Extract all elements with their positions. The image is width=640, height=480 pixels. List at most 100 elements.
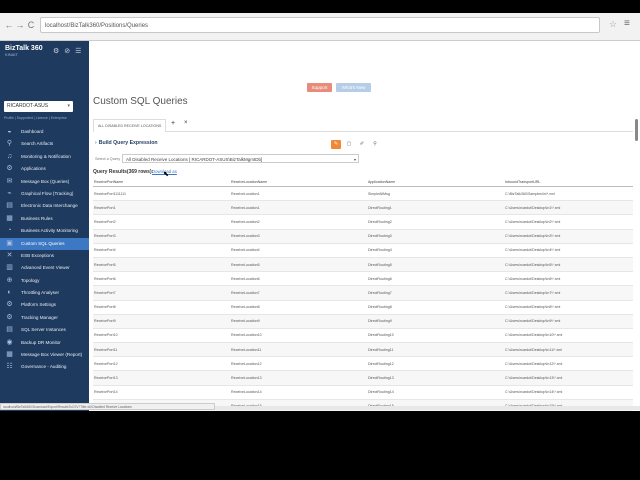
environment-select[interactable]: RICARDOT-ASUS ▾: [4, 101, 73, 112]
query-tabs: ALL DISABLED RECEIVE LOCATIONS + ×: [93, 119, 633, 132]
sidebar-item-custom-sql-queries[interactable]: ▣ Custom SQL Queries: [0, 237, 89, 250]
support-button[interactable]: Support: [307, 83, 332, 92]
table-row[interactable]: ReceivePort12 ReceiveLocation12 DirectRout…: [93, 356, 633, 372]
table-cell: ReceiveLocation6: [230, 271, 367, 287]
table-row[interactable]: ReceivePort7 ReceiveLocation7 DirectRoutin…: [93, 285, 633, 301]
sidebar-item-icon: ▤: [6, 326, 13, 334]
whats-new-button[interactable]: What's New: [336, 83, 371, 92]
sidebar-item-label: ESB Exceptions: [21, 252, 54, 258]
sidebar-item-message-box-viewer-report[interactable]: ▦ Message Box Viewer (Report): [0, 349, 89, 361]
edit-query-button[interactable]: ✎: [331, 140, 341, 149]
sidebar-item-icon: ♫: [6, 152, 13, 160]
sidebar-item-icon: ▤: [6, 202, 13, 210]
sidebar-item-backup-dr-monitor[interactable]: ◉ Backup DR Monitor: [0, 337, 89, 349]
sidebar-item-business-activity-monitoring[interactable]: ◔ Business Activity Monitoring: [0, 225, 89, 237]
bookmark-star-icon[interactable]: ☆: [609, 19, 617, 30]
sidebar-item-governance-auditing[interactable]: ☷ Governance - Auditing: [0, 361, 89, 373]
page-title: Custom SQL Queries: [93, 96, 188, 107]
build-query-heading[interactable]: › Build Query Expression: [95, 140, 158, 146]
table-cell: C:\Users\rcardot\Desktop\In5\*.xml: [504, 257, 633, 273]
table-cell: DirectRouting4: [367, 243, 504, 258]
table-cell: C:\Users\rcardot\Desktop\In14\*.xml: [504, 385, 633, 400]
table-cell: ReceiveLocation4: [230, 243, 367, 258]
forward-icon[interactable]: →: [15, 19, 25, 31]
reload-icon[interactable]: C: [26, 19, 36, 31]
sidebar-item-message-box-queries[interactable]: ✉ Message Box (Queries): [0, 176, 89, 188]
table-row[interactable]: ReceivePort5 ReceiveLocation5 DirectRoutin…: [93, 257, 633, 273]
close-tab-icon[interactable]: ×: [184, 120, 188, 126]
table-cell: C:\Users\rcardot\Desktop\In12\*.xml: [504, 356, 633, 372]
table-cell: ReceivePort13: [93, 370, 230, 386]
table-row[interactable]: ReceivePort4 ReceiveLocation4 DirectRoutin…: [93, 243, 633, 258]
sidebar-item-icon: ⌁: [7, 189, 12, 197]
browser-toolbar: ← → C localhost/BizTalk360/Positions/Que…: [0, 13, 640, 41]
copy-icon[interactable]: ▢: [344, 140, 354, 149]
main-content: Support What's New Custom SQL Queries AL…: [89, 41, 640, 411]
column-header[interactable]: ReceiveLocationName: [230, 177, 367, 187]
sidebar-item-monitoring-notification[interactable]: ♫ Monitoring & Notification: [0, 151, 89, 163]
chevron-right-icon: ›: [95, 140, 97, 146]
sidebar-item-label: Electronic Data Interchange: [21, 203, 78, 209]
table-row[interactable]: ReceivePort1 ReceiveLocation1 DirectRoutin…: [93, 200, 633, 216]
search-icon[interactable]: ⚲: [370, 140, 380, 149]
table-cell: DirectRouting8: [367, 300, 504, 315]
table-cell: DirectRouting13: [367, 370, 504, 386]
table-row[interactable]: ReceivePort11 ReceiveLocation11 DirectRout…: [93, 342, 633, 358]
table-row[interactable]: ReceivePort14 ReceiveLocation14 DirectRout…: [93, 385, 633, 400]
browser-menu-icon[interactable]: ≡: [624, 18, 630, 29]
sidebar-item-topology[interactable]: ⊕ Topology: [0, 275, 89, 287]
table-cell: ReceivePort8: [93, 300, 230, 315]
sidebar-item-business-rules[interactable]: ▦ Business Rules: [0, 213, 89, 225]
table-row[interactable]: ReceivePort10 ReceiveLocation10 DirectRout…: [93, 328, 633, 344]
sidebar-item-esb-exceptions[interactable]: ✕ ESB Exceptions: [0, 250, 89, 262]
table-cell: ReceiveLocation7: [230, 285, 367, 301]
table-cell: ReceivePort7: [93, 285, 230, 301]
sidebar-item-icon: ⚲: [6, 140, 13, 148]
pencil-icon[interactable]: ✐: [357, 140, 367, 149]
table-row[interactable]: ReceivePort9 ReceiveLocation9 DirectRoutin…: [93, 314, 633, 329]
column-header[interactable]: ReceivePortName: [93, 177, 230, 187]
table-cell: DirectRouting7: [367, 285, 504, 301]
vertical-scrollbar[interactable]: [635, 119, 638, 141]
tab-all-disabled-receive-locations[interactable]: ALL DISABLED RECEIVE LOCATIONS: [93, 119, 167, 132]
profile-links[interactable]: Profile | Supported | Licence | Enterpri…: [4, 116, 67, 120]
sidebar-item-throttling-analyser[interactable]: ◐ Throttling Analyser: [0, 287, 89, 299]
table-cell: ReceivePort3: [93, 229, 230, 244]
sidebar-item-icon: ◉: [6, 338, 13, 346]
sidebar-item-icon: ✕: [6, 251, 13, 259]
table-cell: C:\Users\rcardot\Desktop\In3\*.xml: [504, 229, 633, 244]
add-tab-icon[interactable]: +: [171, 120, 175, 127]
table-cell: ReceivePort12: [93, 356, 230, 372]
table-row[interactable]: ReceivePort6 ReceiveLocation6 DirectRoutin…: [93, 271, 633, 287]
block-icon[interactable]: ⊘: [64, 48, 70, 55]
sidebar-item-icon: ▦: [6, 214, 13, 222]
column-header[interactable]: InboundTransportURL: [504, 177, 633, 187]
logo-subtext: KINAIT: [5, 52, 18, 57]
table-row[interactable]: ReceivePort8 ReceiveLocation8 DirectRoutin…: [93, 300, 633, 315]
sidebar-item-tracking-manager[interactable]: ⚙ Tracking Manager: [0, 312, 89, 324]
sidebar-item-advanced-event-viewer[interactable]: ▥ Advanced Event Viewer: [0, 262, 89, 274]
app-logo[interactable]: BizTalk 360 KINAIT: [5, 45, 43, 57]
sidebar-item-sql-server-instances[interactable]: ▤ SQL Server Instances: [0, 324, 89, 336]
sidebar-item-icon: ☷: [6, 363, 13, 371]
table-cell: C:\Users\rcardot\Desktop\In7\*.xml: [504, 285, 633, 301]
settings-icon[interactable]: ⚙: [53, 48, 59, 55]
column-header[interactable]: ApplicationName: [367, 177, 504, 187]
sidebar-item-graphical-flow-tracking[interactable]: ⌁ Graphical Flow (Tracking): [0, 188, 89, 200]
table-row[interactable]: ReceivePort13 ReceiveLocation13 DirectRout…: [93, 370, 633, 386]
query-select[interactable]: All Disabled Receive Locations [ RICARDO…: [122, 154, 359, 163]
sidebar-item-dashboard[interactable]: ◒ Dashboard: [0, 126, 89, 138]
table-row[interactable]: ReceivePort2 ReceiveLocation2 DirectRoutin…: [93, 214, 633, 230]
sidebar-item-search-artifacts[interactable]: ⚲ Search Artifacts: [0, 138, 89, 150]
back-icon[interactable]: ←: [4, 19, 14, 31]
sidebar-item-applications[interactable]: ⚙ Applications: [0, 163, 89, 175]
sidebar-item-electronic-data-interchange[interactable]: ▤ Electronic Data Interchange: [0, 200, 89, 212]
table-cell: ReceivePort4: [93, 243, 230, 258]
table-row[interactable]: ReceivePort1111111 ReceiveLocation1 Simple…: [93, 186, 633, 202]
address-bar[interactable]: localhost/BizTalk360/Positions/Queries: [40, 17, 600, 33]
menu-icon[interactable]: ☰: [75, 48, 81, 55]
table-row[interactable]: ReceivePort3 ReceiveLocation3 DirectRoutin…: [93, 229, 633, 244]
table-cell: DirectRouting14: [367, 385, 504, 400]
sidebar-item-icon: ▣: [6, 239, 13, 247]
sidebar-item-platform-settings[interactable]: ⚙ Platform Settings: [0, 299, 89, 311]
